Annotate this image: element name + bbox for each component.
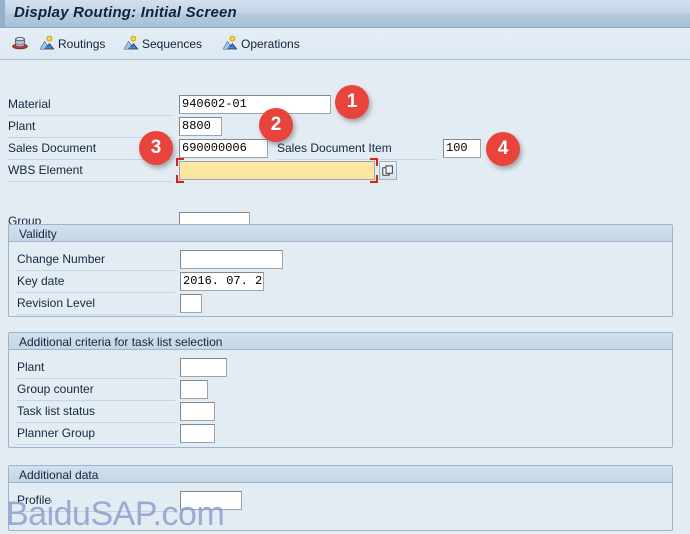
title-bar-accent [0, 0, 5, 27]
routings-label: Routings [58, 37, 106, 51]
change-number-input[interactable] [180, 250, 283, 269]
group-counter-label: Group counter [17, 382, 94, 396]
field-row-task-list-status: Task list status [9, 401, 674, 423]
operations-label: Operations [241, 37, 300, 51]
additional-data-group-header: Additional data [9, 466, 672, 483]
row-separator [17, 314, 175, 315]
key-date-label: Key date [17, 274, 65, 288]
field-row-profile: Profile [9, 490, 674, 512]
sequences-label: Sequences [142, 37, 203, 51]
wbs-element-input[interactable] [179, 161, 375, 180]
field-row-wbs-element: WBS Element [0, 158, 690, 183]
wbs-element-label: WBS Element [8, 163, 83, 177]
change-number-label: Change Number [17, 252, 106, 266]
picture-icon [222, 35, 238, 54]
application-toolbar: Routings Sequences Operations [0, 28, 690, 60]
callout-badge-3: 3 [139, 131, 173, 165]
search-help-icon[interactable] [379, 161, 397, 180]
plant-input[interactable]: 8800 [179, 117, 222, 136]
row-separator [17, 444, 175, 445]
revision-level-label: Revision Level [17, 296, 96, 310]
additional-criteria-group-title: Additional criteria for task list select… [19, 335, 223, 349]
additional-criteria-group: Additional criteria for task list select… [8, 332, 673, 448]
profile-label: Profile [17, 493, 52, 507]
group-counter-input[interactable] [180, 380, 208, 399]
task-list-status-label: Task list status [17, 404, 96, 418]
wbs-element-focus-indicator [176, 158, 378, 183]
sequences-button[interactable]: Sequences [120, 32, 205, 56]
page-title: Display Routing: Initial Screen [14, 4, 237, 21]
callout-badge-2: 2 [259, 108, 293, 142]
field-row-revision-level: Revision Level [9, 293, 674, 315]
field-row-group-counter: Group counter [9, 379, 674, 401]
field-row-planner-group: Planner Group [9, 423, 674, 445]
picture-icon [39, 35, 55, 54]
window-title-bar: Display Routing: Initial Screen [0, 0, 690, 28]
field-row-criteria-plant: Plant [9, 357, 674, 379]
plant-label: Plant [8, 119, 36, 133]
planner-group-input[interactable] [180, 424, 215, 443]
additional-data-group-title: Additional data [19, 468, 99, 482]
operations-button[interactable]: Operations [219, 32, 303, 56]
planner-group-label: Planner Group [17, 426, 96, 440]
callout-badge-1: 1 [335, 85, 369, 119]
key-date-input[interactable]: 2016. 07. 26 [180, 272, 264, 291]
sales-document-input[interactable]: 690000006 [179, 139, 268, 158]
field-row-change-number: Change Number [9, 249, 674, 271]
material-label: Material [8, 97, 51, 111]
sales-document-label: Sales Document [8, 141, 97, 155]
sales-document-item-label: Sales Document Item [277, 141, 392, 155]
additional-data-group: Additional data Profile [8, 465, 673, 531]
profile-input[interactable] [180, 491, 242, 510]
validity-group-title: Validity [19, 227, 57, 241]
row-separator [8, 181, 172, 182]
task-list-status-input[interactable] [180, 402, 215, 421]
sales-document-item-input[interactable]: 100 [443, 139, 481, 158]
field-row-sales-document: Sales Document 690000006 Sales Document … [0, 138, 690, 160]
routings-button[interactable]: Routings [36, 32, 108, 56]
validity-group-header: Validity [9, 225, 672, 242]
field-row-key-date: Key date 2016. 07. 26 [9, 271, 674, 293]
display-object-button[interactable] [8, 32, 35, 56]
display-object-icon [11, 34, 29, 55]
field-row-plant: Plant 8800 [0, 116, 690, 138]
selection-screen-body: Material 940602-01 Plant 8800 Sales Docu… [0, 61, 690, 531]
validity-group: Validity Change Number Key date 2016. 07… [8, 224, 673, 317]
picture-icon [123, 35, 139, 54]
material-input[interactable]: 940602-01 [179, 95, 331, 114]
row-separator [17, 511, 175, 512]
criteria-plant-input[interactable] [180, 358, 227, 377]
additional-criteria-group-header: Additional criteria for task list select… [9, 333, 672, 350]
revision-level-input[interactable] [180, 294, 202, 313]
callout-badge-4: 4 [486, 132, 520, 166]
criteria-plant-label: Plant [17, 360, 45, 374]
